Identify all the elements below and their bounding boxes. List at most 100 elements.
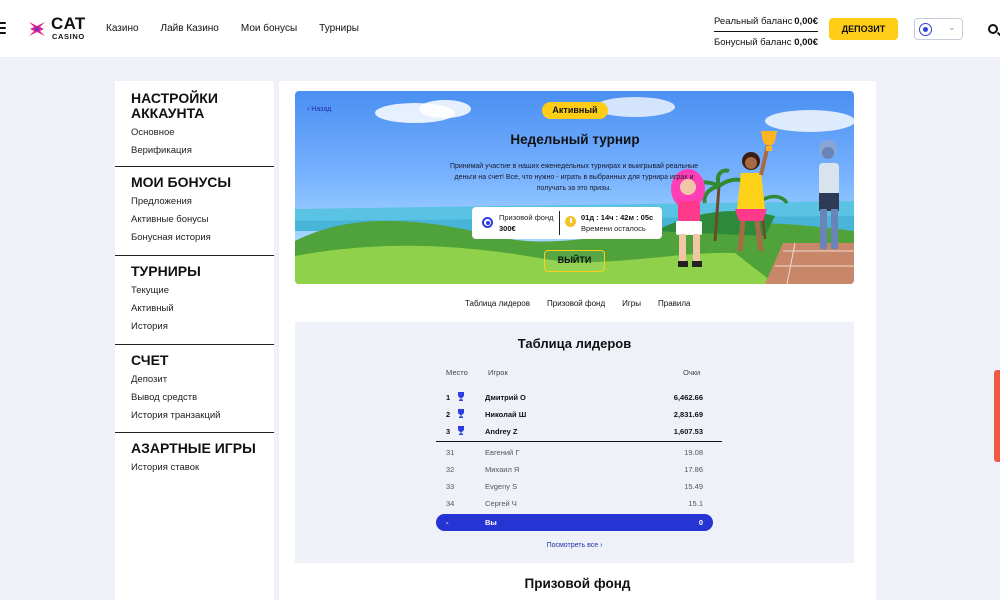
logo-text-top: CAT: [51, 14, 86, 33]
nav-tournaments[interactable]: Турниры: [319, 23, 359, 34]
sidebar-item-deposit[interactable]: Депозит: [131, 371, 258, 389]
sidebar-section-my-bonuses: МОИ БОНУСЫ Предложения Активные бонусы Б…: [115, 167, 274, 256]
chevron-right-icon: ›: [598, 542, 603, 549]
sidebar-title: АЗАРТНЫЕ ИГРЫ: [131, 440, 256, 456]
sidebar-item-current[interactable]: Текущие: [131, 282, 258, 300]
row-player: Николай Ш: [485, 410, 527, 419]
leaderboard-row: 33 Evgeny S 15.49: [436, 478, 713, 495]
row-points: 19.08: [684, 448, 703, 457]
row-points: 0: [698, 518, 703, 527]
logo[interactable]: CAT CASINO: [26, 14, 88, 42]
tab-games[interactable]: Игры: [622, 299, 641, 308]
leaderboard-row-you: - Вы 0: [436, 514, 713, 531]
sidebar-section-account: СЧЕТ Депозит Вывод средств История транз…: [115, 345, 274, 433]
real-balance-label: Реальный баланс: [714, 16, 793, 27]
main-content: ‹ Назад Активный Недельный турнир Приним…: [279, 81, 876, 600]
leaderboard-title: Таблица лидеров: [517, 336, 632, 351]
sidebar-title: НАСТРОЙКИ АККАУНТА: [131, 90, 218, 121]
row-player: Дмитрий О: [485, 393, 526, 402]
row-place: 34: [446, 499, 455, 508]
row-player: Сергей Ч: [485, 499, 517, 508]
leaderboard-row: 31 Евгений Г 19.08: [436, 444, 713, 461]
column-header-points: Очки: [683, 368, 701, 377]
tab-rules[interactable]: Правила: [658, 299, 690, 308]
see-all-link[interactable]: Посмотреть все ›: [295, 542, 854, 549]
row-points: 15.49: [684, 482, 703, 491]
sidebar-item-verification[interactable]: Верификация: [131, 142, 258, 160]
nav-casino[interactable]: Казино: [106, 23, 139, 34]
tournament-title: Недельный турнир: [510, 132, 640, 147]
leaderboard-row: 1 Дмитрий О 6,462.66: [436, 389, 713, 406]
row-points: 17.86: [684, 465, 703, 474]
search-icon[interactable]: [988, 24, 998, 34]
cat-logo-icon: [29, 22, 45, 36]
prize-icon: [482, 217, 493, 228]
account-sidebar: НАСТРОЙКИ АККАУНТА Основное Верификация …: [115, 81, 274, 600]
row-place: 31: [446, 448, 455, 457]
chevron-down-icon: ⌄: [948, 22, 956, 32]
flag-icon: [919, 23, 932, 36]
leaderboard-row: 2 Николай Ш 2,831.69: [436, 406, 713, 423]
trophy-icon: [458, 426, 464, 435]
leaderboard-divider: [436, 441, 722, 442]
status-badge: Активный: [542, 102, 608, 119]
row-points: 6,462.66: [673, 393, 703, 402]
bonus-balance-label: Бонусный баланс: [714, 37, 792, 48]
tab-prize-pool[interactable]: Призовой фонд: [547, 299, 605, 308]
leaderboard-row: 3 Andrey Z 1,607.53: [436, 423, 713, 440]
back-link[interactable]: ‹ Назад: [307, 106, 331, 113]
sidebar-item-bet-history[interactable]: История ставок: [131, 459, 258, 477]
sidebar-item-bonus-history[interactable]: Бонусная история: [131, 229, 258, 247]
sidebar-item-withdrawal[interactable]: Вывод средств: [131, 389, 258, 407]
prize-section-title: Призовой фонд: [524, 576, 631, 591]
row-place: 32: [446, 465, 455, 474]
leaderboard: Таблица лидеров Место Игрок Очки 1 Дмитр…: [295, 322, 854, 563]
row-points: 2,831.69: [673, 410, 703, 419]
logo-text-bottom: CASINO: [52, 32, 85, 41]
row-player: Евгений Г: [485, 448, 520, 457]
side-feedback-tab[interactable]: [994, 370, 1000, 462]
row-place: 3: [446, 427, 451, 436]
sidebar-section-account-settings: НАСТРОЙКИ АККАУНТА Основное Верификация: [115, 81, 274, 167]
nav-live-casino[interactable]: Лайв Казино: [161, 23, 219, 34]
tournament-tabs: Таблица лидеров Призовой фонд Игры Прави…: [465, 299, 690, 308]
nav-my-bonuses[interactable]: Мои бонусы: [241, 23, 297, 34]
row-place: 2: [446, 410, 451, 419]
trophy-icon: [458, 392, 464, 401]
real-balance-value: 0,00€: [794, 16, 818, 27]
sidebar-title: МОИ БОНУСЫ: [131, 174, 232, 190]
sidebar-item-active-bonuses[interactable]: Активные бонусы: [131, 211, 258, 229]
column-header-player: Игрок: [488, 368, 508, 377]
sidebar-section-gambling: АЗАРТНЫЕ ИГРЫ История ставок: [115, 433, 274, 477]
row-points: 1,607.53: [673, 427, 703, 436]
deposit-button[interactable]: ДЕПОЗИТ: [829, 18, 898, 40]
clock-icon: [565, 216, 576, 227]
sidebar-item-active[interactable]: Активный: [131, 300, 258, 318]
balances: Реальный баланс 0,00€ Бонусный баланс 0,…: [714, 14, 818, 50]
leaderboard-row: 34 Сергей Ч 15.1: [436, 495, 713, 512]
row-player: Михаил Я: [485, 465, 520, 474]
prize-value: 300€: [499, 224, 516, 233]
bonus-balance: Бонусный баланс 0,00€: [714, 35, 818, 50]
exit-tournament-button[interactable]: ВЫЙТИ: [544, 250, 605, 272]
sidebar-item-transactions[interactable]: История транзакций: [131, 407, 258, 425]
sidebar-item-history[interactable]: История: [131, 318, 258, 336]
sidebar-title: ТУРНИРЫ: [131, 263, 201, 279]
tab-leaderboard[interactable]: Таблица лидеров: [465, 299, 530, 308]
language-select[interactable]: ⌄: [914, 18, 963, 40]
row-points: 15.1: [688, 499, 703, 508]
see-all-label: Посмотреть все: [546, 542, 599, 549]
main-nav: Казино Лайв Казино Мои бонусы Турниры: [106, 23, 359, 34]
top-header: CAT CASINO Казино Лайв Казино Мои бонусы…: [0, 0, 1000, 57]
sidebar-item-offers[interactable]: Предложения: [131, 193, 258, 211]
sidebar-item-general[interactable]: Основное: [131, 124, 258, 142]
timer-value: 01д : 14ч : 42м : 05с: [581, 213, 654, 222]
bonus-balance-value: 0,00€: [794, 37, 818, 48]
tournament-description: Принимай участие в наших еженедельных ту…: [449, 163, 699, 192]
tournament-banner: ‹ Назад Активный Недельный турнир Приним…: [295, 91, 854, 284]
row-player: Andrey Z: [485, 427, 518, 436]
back-link-label: Назад: [311, 106, 332, 113]
sidebar-section-tournaments: ТУРНИРЫ Текущие Активный История: [115, 256, 274, 345]
menu-icon[interactable]: [0, 22, 6, 35]
divider: [559, 211, 560, 235]
